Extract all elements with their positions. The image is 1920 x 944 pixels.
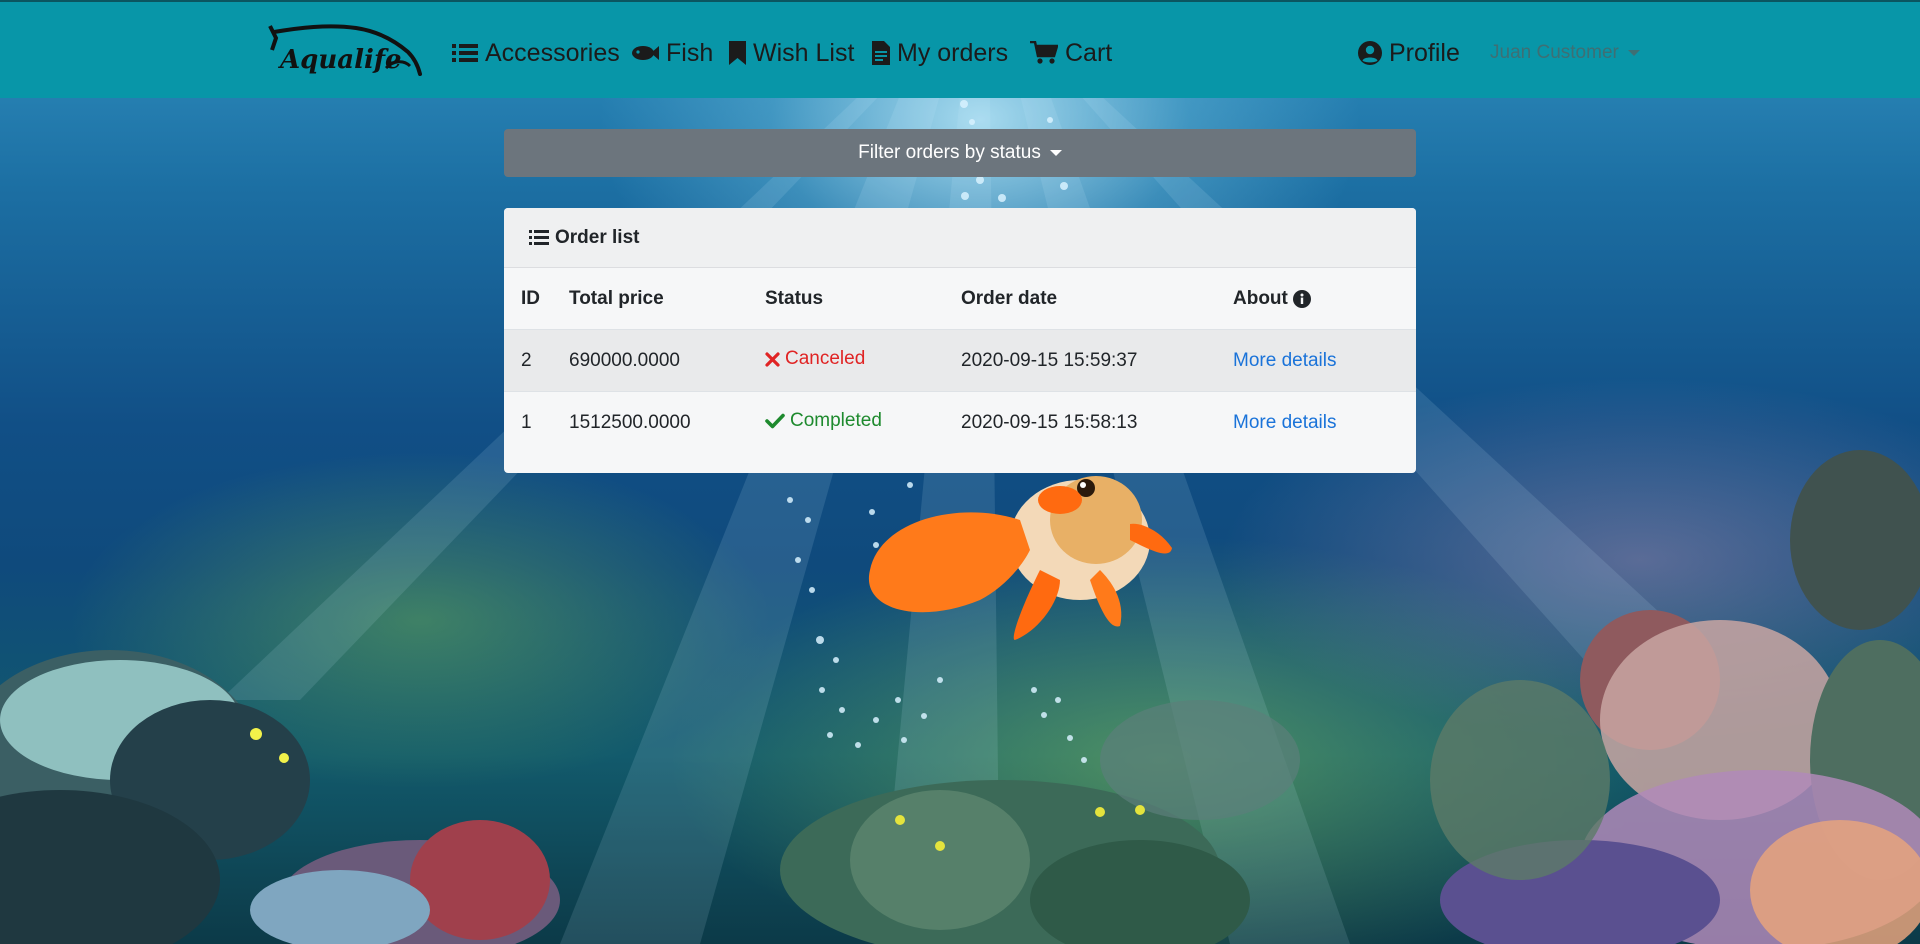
aqualife-logo[interactable]: Aqualife [268, 22, 430, 80]
fish-icon [631, 43, 659, 63]
nav-accessories[interactable]: Accessories [452, 38, 620, 68]
order-id: 1 [504, 391, 569, 453]
column-header-total-price: Total price [569, 268, 765, 330]
list-icon [529, 229, 549, 246]
nav-wish-list[interactable]: Wish List [729, 38, 854, 68]
order-status: Completed [765, 391, 961, 453]
check-icon [765, 413, 785, 429]
nav-accessories-label: Accessories [485, 38, 620, 67]
column-header-about: About [1233, 268, 1416, 330]
order-details-cell: More details [1233, 329, 1416, 392]
info-circle-icon [1292, 289, 1311, 308]
column-header-order-date: Order date [961, 268, 1233, 330]
order-date: 2020-09-15 15:58:13 [961, 391, 1233, 453]
user-dropdown[interactable]: Juan Customer [1490, 42, 1640, 64]
column-header-status: Status [765, 268, 961, 330]
nav-cart[interactable]: Cart [1030, 38, 1112, 68]
nav-fish-label: Fish [666, 38, 714, 67]
order-list-card: Order list ID Total price Status Order d… [504, 208, 1416, 473]
orders-table: ID Total price Status Order date About 2… [504, 268, 1416, 453]
chevron-down-icon [1627, 50, 1640, 56]
column-header-about-label: About [1233, 287, 1288, 309]
order-details-cell: More details [1233, 391, 1416, 453]
nav-my-orders[interactable]: My orders [872, 38, 1008, 68]
order-total-price: 690000.0000 [569, 329, 765, 392]
order-status: Canceled [765, 329, 961, 392]
cart-icon [1030, 41, 1058, 65]
filter-orders-label: Filter orders by status [858, 142, 1041, 163]
aqualife-logo-graphic: Aqualife [268, 24, 422, 76]
file-invoice-icon [872, 41, 890, 65]
order-list-header: Order list [504, 208, 1416, 268]
more-details-link[interactable]: More details [1233, 412, 1337, 433]
order-total-price: 1512500.0000 [569, 391, 765, 453]
x-mark-icon [765, 352, 780, 367]
list-icon [452, 42, 478, 64]
table-row: 2 690000.0000 Canceled 2020-09-15 15:59:… [504, 329, 1416, 392]
svg-text:Aqualife: Aqualife [277, 45, 402, 75]
top-navbar: Aqualife Accessories Fish Wish List My o… [0, 0, 1920, 98]
nav-fish[interactable]: Fish [631, 38, 713, 68]
nav-profile[interactable]: Profile [1358, 38, 1460, 68]
nav-wish-list-label: Wish List [753, 38, 855, 67]
order-id: 2 [504, 329, 569, 392]
user-circle-icon [1358, 41, 1382, 65]
table-header-row: ID Total price Status Order date About [504, 268, 1416, 330]
column-header-id: ID [504, 268, 569, 330]
order-list-title: Order list [555, 226, 640, 248]
bookmark-icon [729, 41, 746, 65]
order-status-label: Canceled [785, 348, 866, 370]
order-status-label: Completed [790, 410, 882, 431]
user-name: Juan Customer [1490, 42, 1619, 63]
nav-profile-label: Profile [1389, 38, 1460, 67]
nav-my-orders-label: My orders [897, 38, 1009, 67]
order-date: 2020-09-15 15:59:37 [961, 329, 1233, 392]
nav-cart-label: Cart [1065, 38, 1113, 67]
chevron-down-icon [1049, 150, 1062, 156]
table-row: 1 1512500.0000 Completed 2020-09-15 15:5… [504, 391, 1416, 453]
more-details-link[interactable]: More details [1233, 350, 1337, 371]
filter-orders-button[interactable]: Filter orders by status [504, 129, 1416, 177]
